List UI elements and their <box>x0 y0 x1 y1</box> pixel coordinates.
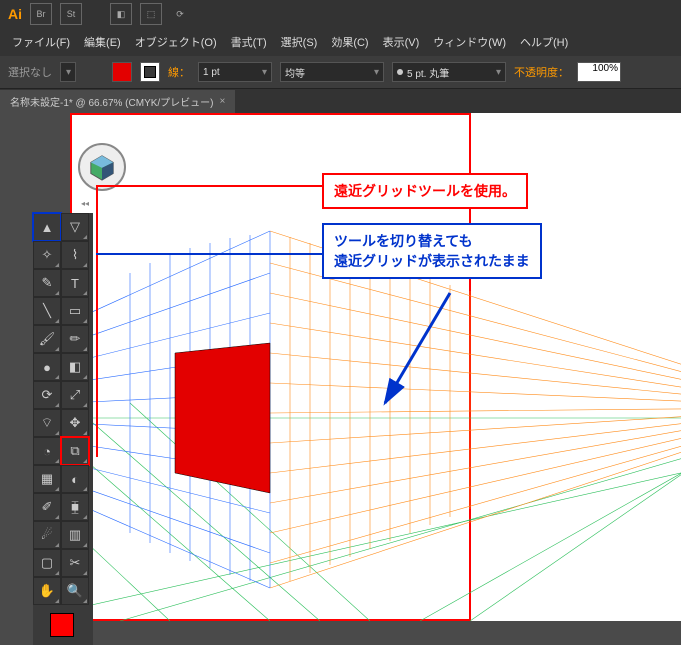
menu-type[interactable]: 書式(T) <box>227 32 271 52</box>
brush-label: 5 pt. 丸筆 <box>407 65 449 80</box>
tool-slice[interactable]: ✂ <box>61 549 89 577</box>
menu-bar: ファイル(F) 編集(E) オブジェクト(O) 書式(T) 選択(S) 効果(C… <box>0 28 681 56</box>
perspective-plane-widget[interactable] <box>78 143 126 191</box>
stroke-swatch[interactable] <box>140 62 160 82</box>
tool-free-transform[interactable]: ✥ <box>61 409 89 437</box>
tool-shape-builder[interactable]: ◔ <box>33 437 61 465</box>
tool-pen[interactable]: ✎ <box>33 269 61 297</box>
tool-direct-selection[interactable]: ▽ <box>61 213 89 241</box>
layout-icon[interactable]: ⬚ <box>140 3 162 25</box>
tool-gradient[interactable]: ◐ <box>61 465 89 493</box>
menu-window[interactable]: ウィンドウ(W) <box>429 32 510 52</box>
tool-zoom[interactable]: 🔍 <box>61 577 89 605</box>
workspace: 遠近グリッドツールを使用。 ツールを切り替えても 遠近グリッドが表示されたまま … <box>0 113 681 621</box>
selection-status: 選択なし <box>8 64 52 80</box>
stroke-label: 線： <box>168 64 190 80</box>
menu-help[interactable]: ヘルプ(H) <box>516 32 572 52</box>
brush-def[interactable]: 5 pt. 丸筆 <box>392 62 506 82</box>
menu-edit[interactable]: 編集(E) <box>80 32 125 52</box>
tool-type[interactable]: T <box>61 269 89 297</box>
tool-rectangle[interactable]: ▭ <box>61 297 89 325</box>
opacity-label: 不透明度： <box>514 64 569 80</box>
tool-column-graph[interactable]: ▥ <box>61 521 89 549</box>
sync-icon[interactable]: ⟳ <box>170 4 190 24</box>
callout-blue-line2: 遠近グリッドが表示されたまま <box>334 253 530 269</box>
tool-selection[interactable]: ▲ <box>33 213 61 241</box>
tool-paintbrush[interactable]: 🖌 <box>33 325 61 353</box>
opacity-value[interactable]: 100% <box>577 62 621 82</box>
arrange-icon[interactable]: ◧ <box>110 3 132 25</box>
tool-blob-brush[interactable]: ● <box>33 353 61 381</box>
tool-rotate[interactable]: ⟳ <box>33 381 61 409</box>
ai-logo: Ai <box>8 6 22 22</box>
tool-line[interactable]: ╲ <box>33 297 61 325</box>
menu-select[interactable]: 選択(S) <box>277 32 322 52</box>
tool-blend[interactable]: ⧯ <box>61 493 89 521</box>
leader-red-v <box>96 185 98 457</box>
tool-perspective-grid[interactable]: ⧉ <box>61 437 89 465</box>
stock-icon[interactable]: St <box>60 3 82 25</box>
tool-mesh[interactable]: ▦ <box>33 465 61 493</box>
menu-file[interactable]: ファイル(F) <box>8 32 74 52</box>
fill-swatch[interactable] <box>112 62 132 82</box>
toolbox: ▲ ▽ ✧ ⌇ ✎ T ╲ ▭ 🖌 ✏ ● ◧ ⟳ ⤢ ⌔ ✥ ◔ ⧉ ▦ ◐ … <box>33 213 93 645</box>
tab-title: 名称未設定-1* @ 66.67% (CMYK/プレビュー) <box>10 94 214 109</box>
callout-blue-line1: ツールを切り替えても <box>334 233 473 249</box>
tool-eraser[interactable]: ◧ <box>61 353 89 381</box>
stroke-profile[interactable]: 均等 <box>280 62 384 82</box>
callout-red: 遠近グリッドツールを使用。 <box>322 173 528 209</box>
callout-blue: ツールを切り替えても 遠近グリッドが表示されたまま <box>322 223 542 279</box>
callout-red-text: 遠近グリッドツールを使用。 <box>334 183 516 199</box>
selection-dropdown[interactable] <box>60 62 76 82</box>
blue-arrow <box>370 283 470 423</box>
document-tabs: 名称未設定-1* @ 66.67% (CMYK/プレビュー) × <box>0 89 681 113</box>
stroke-weight[interactable]: 1 pt <box>198 62 272 82</box>
options-bar: 選択なし 線： 1 pt 均等 5 pt. 丸筆 不透明度： 100% <box>0 56 681 89</box>
leader-blue-h <box>96 253 322 255</box>
menu-effect[interactable]: 効果(C) <box>327 32 372 52</box>
menu-object[interactable]: オブジェクト(O) <box>131 32 221 52</box>
red-cube-face <box>175 343 270 493</box>
title-bar: Ai Br St ◧ ⬚ ⟳ <box>0 0 681 28</box>
tool-symbol-sprayer[interactable]: ☄ <box>33 521 61 549</box>
tool-hand[interactable]: ✋ <box>33 577 61 605</box>
tool-pencil[interactable]: ✏ <box>61 325 89 353</box>
fill-stroke-control[interactable] <box>33 605 91 645</box>
tool-scale[interactable]: ⤢ <box>61 381 89 409</box>
tool-width[interactable]: ⌔ <box>33 409 61 437</box>
leader-red-h <box>96 185 322 187</box>
tool-lasso[interactable]: ⌇ <box>61 241 89 269</box>
menu-view[interactable]: 表示(V) <box>379 32 424 52</box>
tab-close[interactable]: × <box>220 96 226 107</box>
document-tab[interactable]: 名称未設定-1* @ 66.67% (CMYK/プレビュー) × <box>0 90 235 113</box>
bridge-icon[interactable]: Br <box>30 3 52 25</box>
tool-eyedropper[interactable]: ✐ <box>33 493 61 521</box>
tool-artboard[interactable]: ▢ <box>33 549 61 577</box>
tool-magic-wand[interactable]: ✧ <box>33 241 61 269</box>
